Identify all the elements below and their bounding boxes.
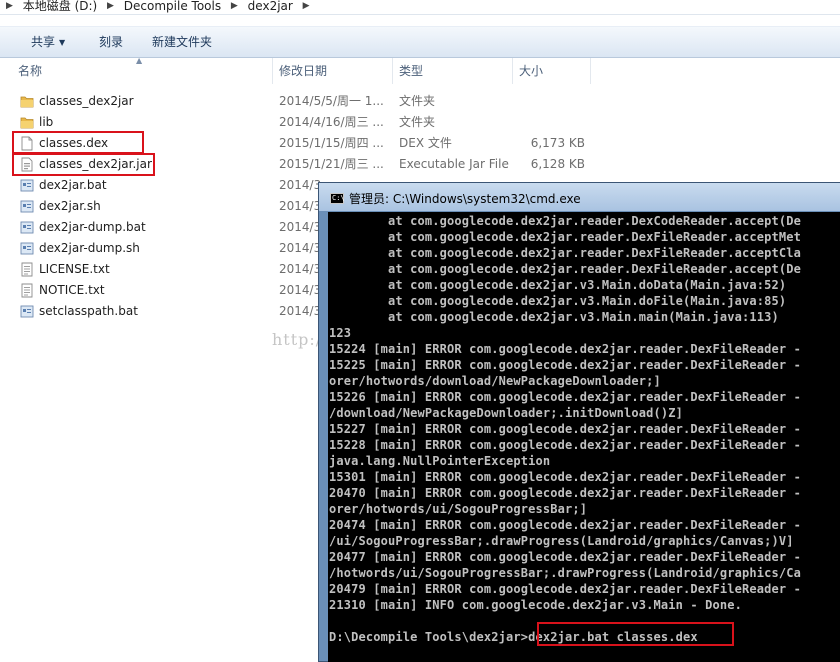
console-line: 15226 [main] ERROR com.googlecode.dex2ja… [329,390,801,404]
script-file-icon [20,242,34,255]
console-line: at com.googlecode.dex2jar.reader.DexFile… [329,262,801,276]
highlight-box-classes-dex [12,131,144,154]
highlight-box-classes-dex2jar-jar [12,153,155,176]
highlight-box-command [537,622,734,646]
console-line: orer/hotwords/ui/SogouProgressBar;] [329,502,588,516]
column-divider[interactable] [272,58,273,84]
burn-button[interactable]: 刻录 [99,27,123,57]
breadcrumb-drive[interactable]: 本地磁盘 (D:) [23,0,97,12]
breadcrumb-decompile-tools[interactable]: Decompile Tools [124,0,221,12]
folder-icon [20,117,34,129]
file-name: lib [39,115,54,129]
file-type: 文件夹 [399,94,436,108]
console-line: at com.googlecode.dex2jar.v3.Main.main(M… [329,310,779,324]
script-file-icon [20,200,34,213]
batch-file-icon [20,305,34,318]
file-date: 2015/1/21/周三 ... [279,157,384,171]
cmd-title-bar[interactable]: C:\ 管理员: C:\Windows\system32\cmd.exe [319,183,840,211]
console-line: java.lang.NullPointerException [329,454,551,468]
share-button-label: 共享 [31,35,56,49]
console-line: at com.googlecode.dex2jar.reader.DexFile… [329,246,801,260]
console-line: 15224 [main] ERROR com.googlecode.dex2ja… [329,342,801,356]
breadcrumb-chevron-icon[interactable]: ▶ [101,0,120,12]
console-line: /ui/SogouProgressBar;.drawProgress(Landr… [329,534,794,548]
share-button[interactable]: 共享 ▼ [31,27,65,57]
file-name: LICENSE.txt [39,262,110,276]
console-output[interactable]: at com.googlecode.dex2jar.reader.DexCode… [328,212,840,662]
chevron-down-icon: ▼ [59,38,66,47]
column-header-date[interactable]: 修改日期 [279,58,327,84]
file-name: NOTICE.txt [39,283,105,297]
column-divider[interactable] [392,58,393,84]
file-name: dex2jar-dump.bat [39,220,146,234]
breadcrumb-dex2jar[interactable]: dex2jar [248,0,293,12]
file-name: dex2jar.bat [39,178,107,192]
console-line: orer/hotwords/download/NewPackageDownloa… [329,374,661,388]
batch-file-icon [20,179,34,192]
cmd-window-title: 管理员: C:\Windows\system32\cmd.exe [349,192,581,206]
file-row[interactable]: classes_dex2jar 2014/5/5/周一 1... 文件夹 [0,91,840,112]
console-line: 15301 [main] ERROR com.googlecode.dex2ja… [329,470,801,484]
file-row[interactable]: lib 2014/4/16/周三 ... 文件夹 [0,112,840,133]
file-type: 文件夹 [399,115,436,129]
column-divider[interactable] [512,58,513,84]
console-line: 15225 [main] ERROR com.googlecode.dex2ja… [329,358,801,372]
file-type: DEX 文件 [399,136,452,150]
console-line: /download/NewPackageDownloader;.initDown… [329,406,683,420]
text-file-icon [21,283,33,298]
breadcrumb-chevron-icon: ▶ [6,1,13,11]
cmd-window[interactable]: C:\ 管理员: C:\Windows\system32\cmd.exe at … [318,182,840,662]
console-line: 20477 [main] ERROR com.googlecode.dex2ja… [329,550,801,564]
console-line: 15227 [main] ERROR com.googlecode.dex2ja… [329,422,801,436]
file-name: setclasspath.bat [39,304,138,318]
console-line: 15228 [main] ERROR com.googlecode.dex2ja… [329,438,801,452]
console-line: 20474 [main] ERROR com.googlecode.dex2ja… [329,518,801,532]
file-size [515,112,585,133]
file-size: 6,128 KB [530,157,585,171]
file-name: classes_dex2jar [39,94,134,108]
breadcrumb-chevron-icon[interactable]: ▶ [225,0,244,12]
file-size [515,91,585,112]
column-header-name[interactable]: 名称 [18,58,42,84]
sort-ascending-icon: ▲ [136,56,143,65]
console-line: at com.googlecode.dex2jar.v3.Main.doFile… [329,294,787,308]
file-date: 2014/5/5/周一 1... [279,94,384,108]
file-date: 2015/1/15/周四 ... [279,136,384,150]
address-bar[interactable]: ▶ 本地磁盘 (D:) ▶ Decompile Tools ▶ dex2jar … [0,0,840,15]
console-line: at com.googlecode.dex2jar.reader.DexFile… [329,230,801,244]
console-line: 20470 [main] ERROR com.googlecode.dex2ja… [329,486,801,500]
console-line: /hotwords/ui/SogouProgressBar;.drawProgr… [329,566,801,580]
file-name: dex2jar.sh [39,199,101,213]
column-divider[interactable] [590,58,591,84]
breadcrumb-chevron-icon[interactable]: ▶ [297,0,316,12]
command-toolbar: 共享 ▼ 刻录 新建文件夹 [0,26,840,58]
console-line: 123 [329,326,352,340]
console-line: at com.googlecode.dex2jar.v3.Main.doData… [329,278,787,292]
column-header-size[interactable]: 大小 [519,58,543,84]
column-header-type[interactable]: 类型 [399,58,423,84]
cmd-window-icon: C:\ [330,193,345,204]
file-size: 6,173 KB [530,136,585,150]
file-type: Executable Jar File [399,157,509,171]
console-line: 20479 [main] ERROR com.googlecode.dex2ja… [329,582,801,596]
file-date: 2014/4/16/周三 ... [279,115,384,129]
folder-icon [20,96,34,108]
console-line: 21310 [main] INFO com.googlecode.dex2jar… [329,598,742,612]
file-name: dex2jar-dump.sh [39,241,140,255]
console-line: at com.googlecode.dex2jar.reader.DexCode… [329,214,801,228]
text-file-icon [21,262,33,277]
new-folder-button[interactable]: 新建文件夹 [152,27,212,57]
batch-file-icon [20,221,34,234]
